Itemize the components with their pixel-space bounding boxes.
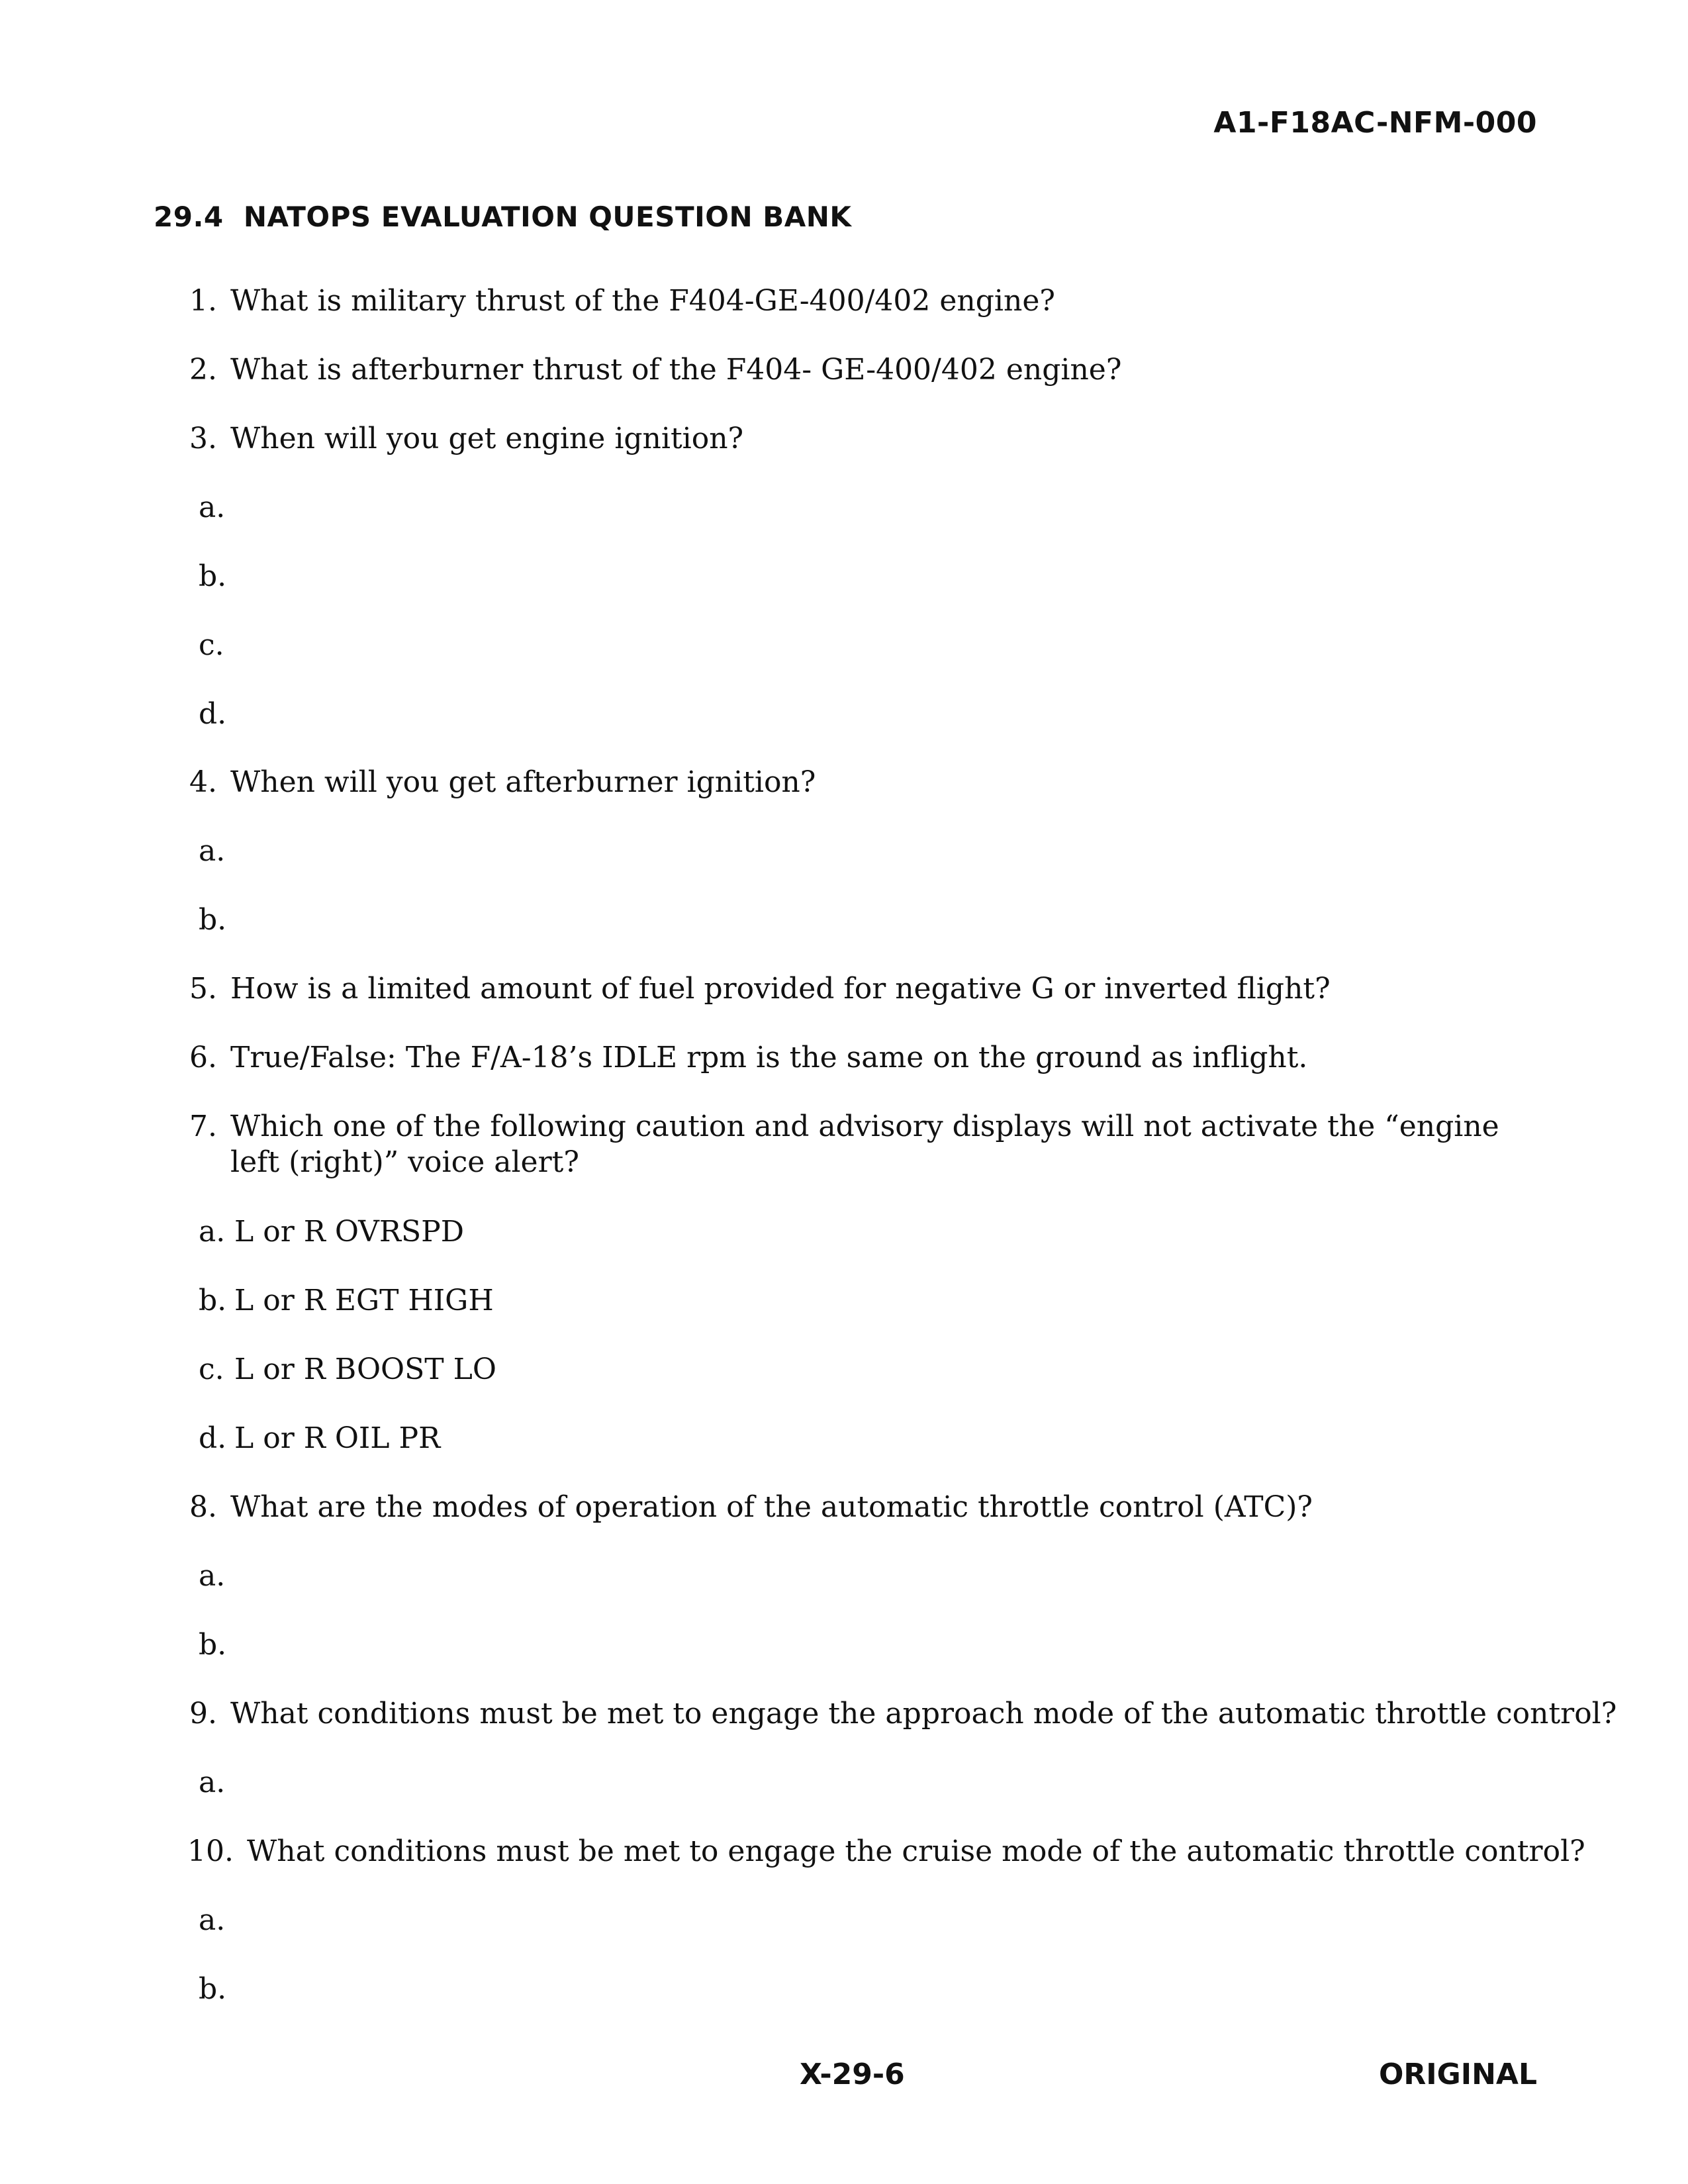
- answer-item: b.: [199, 902, 234, 938]
- section-number: 29.4: [154, 201, 224, 233]
- answer-letter: a.: [199, 491, 226, 524]
- question-1: 1. What is military thrust of the F404-GE…: [177, 283, 1055, 319]
- answer-item: b. L or R EGT HIGH: [199, 1283, 494, 1319]
- question-text: True/False: The F/A-18’s IDLE rpm is the…: [230, 1041, 1308, 1074]
- answer-letter: a.: [199, 834, 226, 868]
- answer-letter: d.: [199, 1421, 227, 1455]
- answer-item: a. L or R OVRSPD: [199, 1214, 464, 1250]
- question-text: What is military thrust of the F404-GE-4…: [230, 284, 1055, 318]
- answer-letter: b.: [199, 1628, 227, 1662]
- section-title: NATOPS EVALUATION QUESTION BANK: [243, 201, 852, 233]
- question-text: Which one of the following caution and a…: [230, 1110, 1499, 1179]
- answer-item: b.: [199, 1971, 234, 2007]
- answer-item: a.: [199, 1765, 234, 1801]
- question-text: What conditions must be met to engage th…: [230, 1697, 1617, 1731]
- answer-letter: b.: [199, 559, 227, 593]
- document-number: A1-F18AC-NFM-000: [1213, 106, 1537, 140]
- question-number: 4.: [189, 765, 217, 799]
- answer-item: d. L or R OIL PR: [199, 1421, 440, 1456]
- question-number: 9.: [189, 1697, 217, 1731]
- question-number: 7.: [189, 1110, 217, 1143]
- revision-status: ORIGINAL: [1378, 2058, 1537, 2091]
- question-4: 4. When will you get afterburner ignition…: [177, 765, 816, 800]
- question-text: What is afterburner thrust of the F404- …: [230, 353, 1122, 387]
- answer-item: c.: [199, 628, 234, 663]
- answer-letter: a.: [199, 1559, 226, 1593]
- question-2: 2. What is afterburner thrust of the F404…: [177, 352, 1121, 388]
- question-10: 10. What conditions must be met to engage…: [177, 1834, 1585, 1870]
- answer-item: a.: [199, 1558, 234, 1594]
- question-text: What conditions must be met to engage th…: [247, 1834, 1585, 1868]
- question-number: 8.: [189, 1490, 217, 1524]
- section-heading: 29.4 NATOPS EVALUATION QUESTION BANK: [154, 201, 851, 233]
- question-7: 7. Which one of the following caution and…: [177, 1109, 1541, 1180]
- answer-text: L or R OIL PR: [234, 1421, 441, 1455]
- answer-text: L or R BOOST LO: [234, 1353, 496, 1386]
- question-number: 2.: [189, 353, 217, 387]
- answer-item: a.: [199, 1903, 234, 1938]
- answer-letter: b.: [199, 903, 227, 937]
- answer-letter: c.: [199, 628, 224, 662]
- question-8: 8. What are the modes of operation of the…: [177, 1490, 1313, 1525]
- question-number: 3.: [189, 422, 217, 455]
- answer-letter: b.: [199, 1972, 227, 2006]
- answer-item: b.: [199, 1627, 234, 1663]
- answer-letter: a.: [199, 1215, 226, 1249]
- question-text: When will you get afterburner ignition?: [230, 765, 816, 799]
- answer-item: c. L or R BOOST LO: [199, 1352, 496, 1388]
- answer-letter: b.: [199, 1284, 227, 1317]
- question-number: 10.: [187, 1834, 234, 1868]
- answer-text: L or R OVRSPD: [234, 1215, 465, 1249]
- answer-letter: a.: [199, 1903, 226, 1937]
- question-text: When will you get engine ignition?: [230, 422, 744, 455]
- question-number: 6.: [189, 1041, 217, 1074]
- question-3: 3. When will you get engine ignition?: [177, 421, 743, 457]
- question-text: What are the modes of operation of the a…: [230, 1490, 1313, 1524]
- answer-letter: c.: [199, 1353, 224, 1386]
- answer-letter: d.: [199, 697, 227, 731]
- answer-text: L or R EGT HIGH: [234, 1284, 494, 1317]
- question-number: 5.: [189, 972, 217, 1006]
- answer-item: a.: [199, 833, 234, 869]
- page-number: X-29-6: [800, 2058, 905, 2091]
- answer-letter: a.: [199, 1766, 226, 1799]
- answer-item: a.: [199, 490, 234, 526]
- question-5: 5. How is a limited amount of fuel provid…: [177, 971, 1331, 1007]
- question-9: 9. What conditions must be met to engage …: [177, 1696, 1617, 1732]
- answer-item: d.: [199, 696, 234, 732]
- question-number: 1.: [189, 284, 217, 318]
- question-6: 6. True/False: The F/A-18’s IDLE rpm is t…: [177, 1040, 1307, 1076]
- question-text: How is a limited amount of fuel provided…: [230, 972, 1331, 1006]
- answer-item: b.: [199, 559, 234, 594]
